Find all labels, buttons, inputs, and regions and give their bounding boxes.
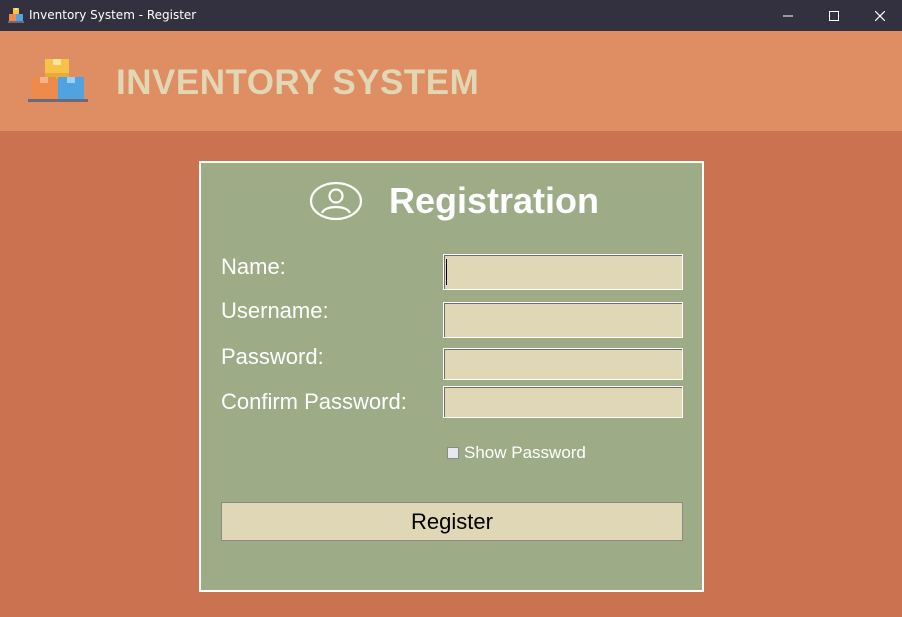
name-label: Name: — [221, 254, 286, 279]
window-titlebar[interactable]: Inventory System - Register — [0, 0, 902, 31]
app-header: INVENTORY SYSTEM — [0, 31, 902, 131]
register-button[interactable]: Register — [221, 502, 683, 541]
maximize-button[interactable] — [811, 0, 857, 31]
confirm-password-field[interactable] — [443, 386, 683, 418]
brand-title: INVENTORY SYSTEM — [116, 63, 480, 102]
show-password-label[interactable]: Show Password — [464, 443, 586, 463]
minimize-icon — [783, 15, 793, 16]
text-caret — [446, 259, 447, 285]
close-icon — [875, 10, 885, 21]
username-label: Username: — [221, 298, 329, 323]
registration-title: Registration — [389, 180, 600, 221]
close-button[interactable] — [857, 0, 902, 31]
minimize-button[interactable] — [765, 0, 811, 31]
registration-panel: Registration Name: Username: Password: C… — [199, 161, 704, 592]
user-circle-icon — [309, 181, 363, 221]
boxes-icon — [28, 59, 88, 102]
confirm-password-label: Confirm Password: — [221, 389, 407, 414]
show-password-checkbox[interactable] — [447, 447, 459, 459]
maximize-icon — [829, 10, 839, 21]
username-field[interactable] — [443, 302, 683, 338]
password-label: Password: — [221, 344, 324, 369]
app-boxes-icon — [8, 8, 24, 23]
password-field[interactable] — [443, 348, 683, 380]
name-field[interactable] — [443, 254, 683, 290]
show-password-toggle[interactable]: Show Password — [447, 443, 586, 463]
window-title: Inventory System - Register — [29, 8, 197, 22]
